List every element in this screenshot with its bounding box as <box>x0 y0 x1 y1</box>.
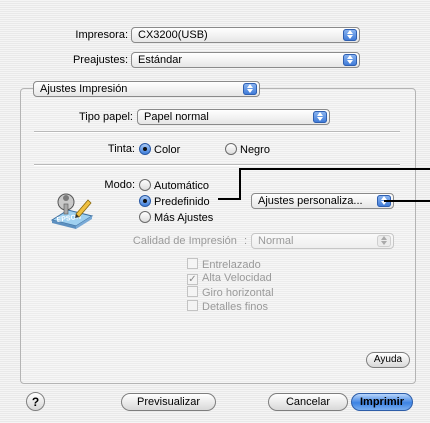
divider <box>34 131 400 133</box>
callout-line <box>239 168 430 170</box>
quality-value: Normal <box>258 235 294 247</box>
mode-more-radio[interactable]: Más Ajustes <box>139 211 213 224</box>
ink-color-radio[interactable]: Color <box>139 143 180 156</box>
checkbox-icon <box>187 286 198 297</box>
chevron-updown-icon <box>243 83 257 95</box>
custom-settings-value: Ajustes personaliza... <box>258 195 363 207</box>
paper-type-popup[interactable]: Papel normal <box>137 109 330 125</box>
checkbox-icon <box>187 258 198 269</box>
presets-popup[interactable]: Estándar <box>131 52 360 68</box>
radio-empty-icon <box>225 143 237 155</box>
checkbox-label: Detalles finos <box>202 301 269 313</box>
presets-label: Preajustes: <box>72 54 128 66</box>
panel-value: Ajustes Impresión <box>40 83 128 95</box>
epson-printer-logo-icon: EPSON <box>46 180 96 230</box>
radio-selected-icon <box>139 143 151 155</box>
checkbox-icon <box>187 300 198 311</box>
mode-more-label: Más Ajustes <box>154 212 214 224</box>
radio-empty-icon <box>139 211 151 223</box>
quality-label-text: Calidad de Impresión <box>132 235 237 247</box>
flip-horizontal-checkbox[interactable]: Giro horizontal <box>187 286 274 299</box>
print-button[interactable]: Imprimir <box>351 393 413 411</box>
mode-auto-label: Automático <box>154 180 210 192</box>
checkbox-label: Alta Velocidad <box>202 272 272 284</box>
high-speed-checkbox[interactable]: ✓ Alta Velocidad <box>187 272 272 285</box>
chevron-updown-icon <box>377 235 391 247</box>
mode-preset-radio[interactable]: Predefinido <box>139 195 210 208</box>
checkbox-label: Giro horizontal <box>202 287 274 299</box>
ink-color-label: Color <box>154 144 181 156</box>
radio-selected-icon <box>139 195 151 207</box>
paper-type-label: Tipo papel: <box>78 111 133 123</box>
printer-label: Impresora: <box>75 29 128 41</box>
ink-black-radio[interactable]: Negro <box>225 143 270 156</box>
printer-popup[interactable]: CX3200(USB) <box>131 27 360 43</box>
quality-popup[interactable]: Normal <box>251 233 394 249</box>
panel-popup[interactable]: Ajustes Impresión <box>33 81 260 97</box>
mode-auto-radio[interactable]: Automático <box>139 179 209 192</box>
custom-settings-popup[interactable]: Ajustes personaliza... <box>251 193 394 209</box>
ayuda-button[interactable]: Ayuda <box>366 352 410 368</box>
radio-empty-icon <box>139 179 151 191</box>
chevron-updown-icon <box>343 29 357 41</box>
printer-value: CX3200(USB) <box>138 29 208 41</box>
cancel-button[interactable]: Cancelar <box>268 393 348 411</box>
interlaced-checkbox[interactable]: Entrelazado <box>187 258 261 271</box>
ink-black-label: Negro <box>240 144 270 156</box>
presets-value: Estándar <box>138 54 183 66</box>
fine-detail-checkbox[interactable]: Detalles finos <box>187 300 268 313</box>
checkmark-icon: ✓ <box>187 274 198 285</box>
mode-preset-label: Predefinido <box>154 196 210 208</box>
quality-label-separator: : <box>243 235 247 247</box>
help-icon[interactable]: ? <box>26 392 45 411</box>
paper-type-value: Papel normal <box>144 111 209 123</box>
divider <box>34 164 400 166</box>
quality-label: Calidad de Impresión : <box>110 235 247 247</box>
ink-label: Tinta: <box>107 143 135 155</box>
callout-line <box>384 200 430 202</box>
callout-line <box>218 198 241 200</box>
chevron-updown-icon <box>343 54 357 66</box>
preview-button[interactable]: Previsualizar <box>121 393 216 411</box>
checkbox-label: Entrelazado <box>202 259 261 271</box>
chevron-updown-icon <box>313 111 327 123</box>
callout-line <box>239 168 241 199</box>
